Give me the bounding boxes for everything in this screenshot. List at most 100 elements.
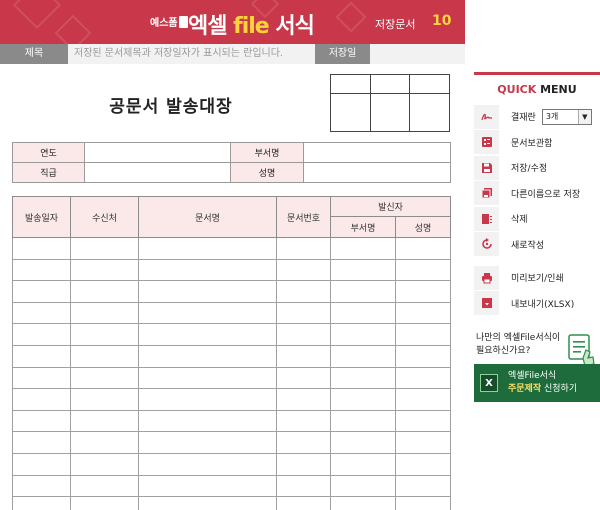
table-cell[interactable] xyxy=(70,301,139,325)
table-cell[interactable] xyxy=(395,496,451,510)
table-cell[interactable] xyxy=(138,496,277,510)
table-cell[interactable] xyxy=(138,409,277,433)
table-cell[interactable] xyxy=(12,323,71,346)
table-cell[interactable] xyxy=(12,452,71,476)
table-cell[interactable] xyxy=(395,323,451,346)
approval-cell[interactable] xyxy=(330,74,371,94)
table-cell[interactable] xyxy=(70,280,139,303)
table-cell[interactable] xyxy=(395,344,451,368)
table-cell[interactable] xyxy=(330,280,396,303)
table-cell[interactable] xyxy=(276,280,331,303)
table-cell[interactable] xyxy=(276,452,331,476)
table-cell[interactable] xyxy=(330,452,396,476)
table-cell[interactable] xyxy=(12,280,71,303)
table-cell[interactable] xyxy=(395,452,451,476)
table-cell[interactable] xyxy=(138,388,277,411)
table-cell[interactable] xyxy=(395,409,451,433)
table-cell[interactable] xyxy=(330,366,396,390)
table-cell[interactable] xyxy=(138,280,277,303)
table-cell[interactable] xyxy=(330,474,396,498)
table-cell[interactable] xyxy=(395,366,451,390)
saved-date-field[interactable] xyxy=(370,44,465,64)
approval-count-select[interactable]: 3개 ▼ xyxy=(541,108,592,125)
table-cell[interactable] xyxy=(70,388,139,411)
table-cell[interactable] xyxy=(276,431,331,454)
approval-cell[interactable] xyxy=(409,93,450,132)
table-cell[interactable] xyxy=(330,258,396,282)
table-cell[interactable] xyxy=(70,496,139,510)
table-cell[interactable] xyxy=(395,237,451,260)
saved-documents-label[interactable]: 저장문서 xyxy=(375,16,415,32)
table-cell[interactable] xyxy=(395,280,451,303)
menu-export-button[interactable]: 내보내기(XLSX) xyxy=(474,291,600,317)
table-cell[interactable] xyxy=(138,344,277,368)
table-cell[interactable] xyxy=(138,366,277,390)
table-cell[interactable] xyxy=(276,323,331,346)
table-cell[interactable] xyxy=(12,237,71,260)
menu-archive-button[interactable]: 문서보관함 xyxy=(474,130,600,156)
table-cell[interactable] xyxy=(12,409,71,433)
table-cell[interactable] xyxy=(138,301,277,325)
table-cell[interactable] xyxy=(330,496,396,510)
table-cell[interactable] xyxy=(12,344,71,368)
menu-print-button[interactable]: 미리보기/인쇄 xyxy=(474,265,600,291)
rank-input[interactable] xyxy=(84,162,231,183)
table-cell[interactable] xyxy=(395,301,451,325)
table-cell[interactable] xyxy=(330,237,396,260)
table-cell[interactable] xyxy=(330,431,396,454)
year-input[interactable] xyxy=(84,142,231,163)
menu-new-button[interactable]: 새로작성 xyxy=(474,232,600,258)
name-input[interactable] xyxy=(303,162,451,183)
table-cell[interactable] xyxy=(276,474,331,498)
table-cell[interactable] xyxy=(276,258,331,282)
table-cell[interactable] xyxy=(70,237,139,260)
table-cell[interactable] xyxy=(138,258,277,282)
table-cell[interactable] xyxy=(395,388,451,411)
document-title-field[interactable]: 저장된 문서제목과 저장일자가 표시되는 란입니다. xyxy=(68,44,315,64)
department-input[interactable] xyxy=(303,142,451,163)
table-cell[interactable] xyxy=(70,452,139,476)
menu-save-button[interactable]: 저장/수정 xyxy=(474,155,600,181)
table-cell[interactable] xyxy=(12,474,71,498)
table-cell[interactable] xyxy=(70,431,139,454)
table-cell[interactable] xyxy=(330,409,396,433)
table-cell[interactable] xyxy=(12,431,71,454)
table-cell[interactable] xyxy=(12,496,71,510)
table-cell[interactable] xyxy=(395,258,451,282)
table-cell[interactable] xyxy=(70,366,139,390)
table-cell[interactable] xyxy=(395,474,451,498)
table-cell[interactable] xyxy=(70,323,139,346)
table-cell[interactable] xyxy=(70,474,139,498)
table-cell[interactable] xyxy=(70,344,139,368)
table-cell[interactable] xyxy=(330,301,396,325)
table-cell[interactable] xyxy=(330,388,396,411)
table-cell[interactable] xyxy=(12,258,71,282)
table-cell[interactable] xyxy=(138,323,277,346)
table-cell[interactable] xyxy=(276,409,331,433)
table-cell[interactable] xyxy=(12,366,71,390)
table-cell[interactable] xyxy=(12,388,71,411)
table-cell[interactable] xyxy=(138,431,277,454)
table-cell[interactable] xyxy=(330,323,396,346)
table-cell[interactable] xyxy=(276,237,331,260)
approval-cell[interactable] xyxy=(409,74,450,94)
table-cell[interactable] xyxy=(276,301,331,325)
saved-documents-count[interactable]: 10 xyxy=(432,13,451,29)
table-cell[interactable] xyxy=(12,301,71,325)
table-cell[interactable] xyxy=(276,366,331,390)
approval-cell[interactable] xyxy=(369,93,411,132)
table-cell[interactable] xyxy=(138,474,277,498)
approval-cell[interactable] xyxy=(369,74,411,94)
custom-order-button[interactable]: X 엑셀File서식 주문제작 신청하기 xyxy=(474,364,600,402)
chevron-down-icon[interactable]: ▼ xyxy=(577,109,591,124)
table-cell[interactable] xyxy=(70,409,139,433)
menu-delete-button[interactable]: 삭제 xyxy=(474,206,600,232)
table-cell[interactable] xyxy=(330,344,396,368)
approval-cell[interactable] xyxy=(330,93,371,132)
table-cell[interactable] xyxy=(276,388,331,411)
table-cell[interactable] xyxy=(395,431,451,454)
table-cell[interactable] xyxy=(276,496,331,510)
table-cell[interactable] xyxy=(276,344,331,368)
menu-save-as-button[interactable]: 다른이름으로 저장 xyxy=(474,181,600,207)
table-cell[interactable] xyxy=(138,452,277,476)
